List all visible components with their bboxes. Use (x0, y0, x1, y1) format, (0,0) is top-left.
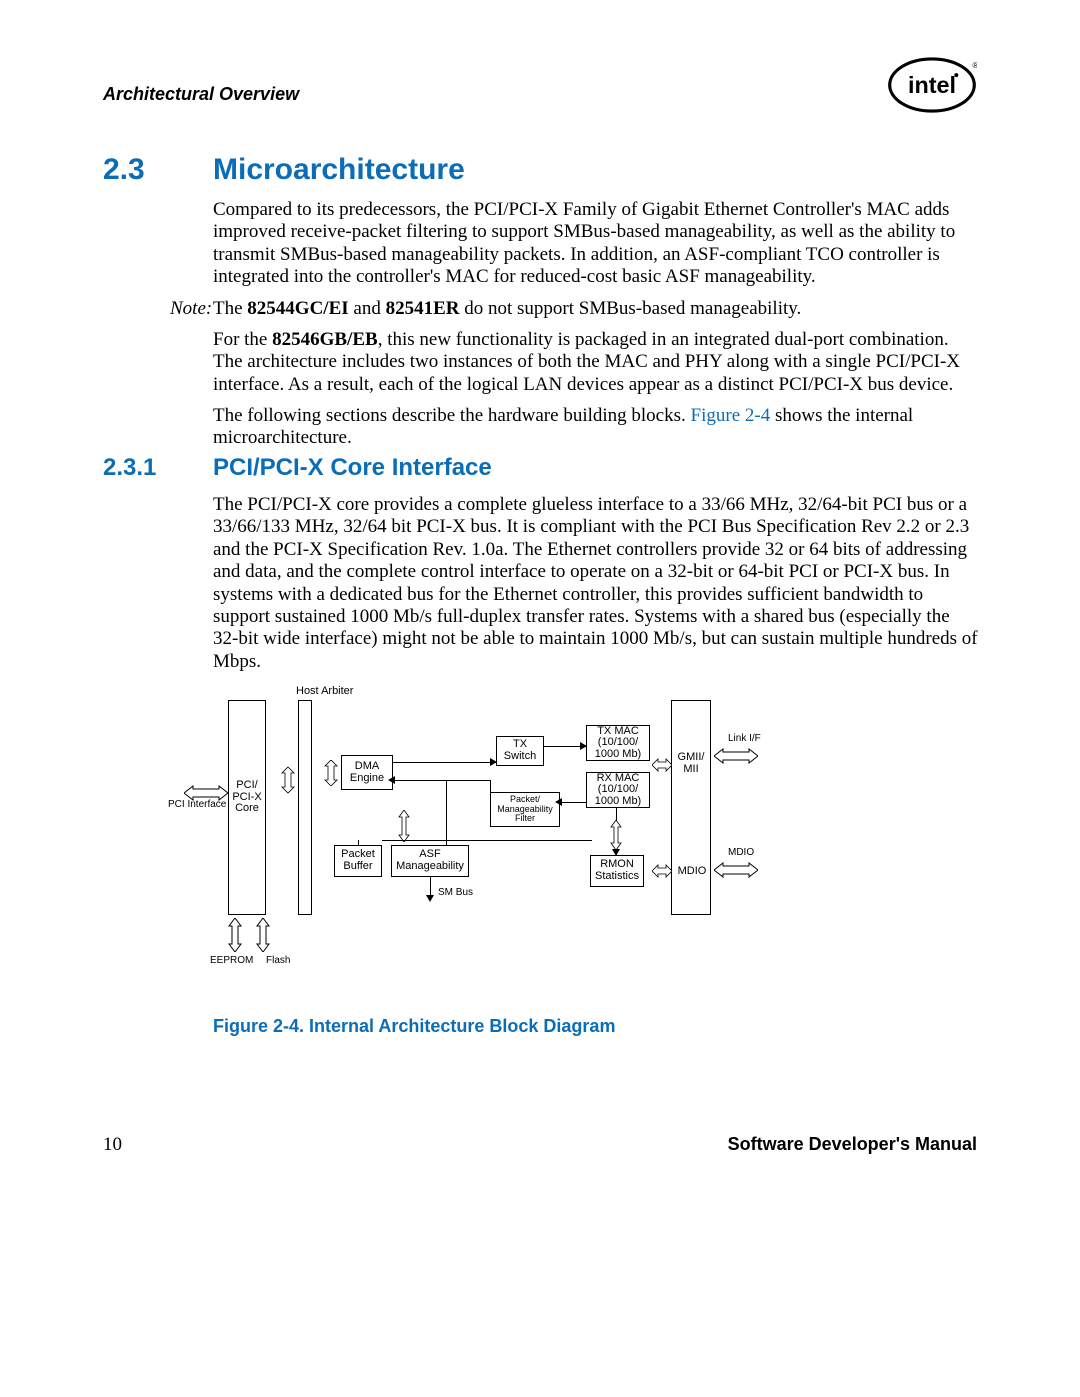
fat-arrow-mdio-in (652, 864, 672, 878)
para-1: Compared to its predecessors, the PCI/PC… (213, 199, 978, 289)
note-b2: 82541ER (386, 298, 460, 319)
para-3: The following sections describe the hard… (213, 405, 978, 450)
svg-text:®: ® (973, 61, 978, 70)
arrow-pci-to-arbiter (270, 766, 296, 794)
arrow-flash (254, 918, 272, 952)
diagram-host-arbiter-label: Host Arbiter (296, 686, 353, 698)
figure-caption: Figure 2-4. Internal Architecture Block … (213, 1016, 615, 1037)
section-num-2-3: 2.3 (103, 153, 145, 187)
note-post: do not support SMBus-based manageability… (460, 298, 802, 319)
p2-pre: For the (213, 329, 272, 350)
note-text: The 82544GC/EI and 82541ER do not suppor… (213, 298, 978, 320)
diagram-packet-buffer: PacketBuffer (334, 845, 382, 877)
diagram-host-arbiter-block (298, 700, 312, 915)
diagram-mdio2-label: MDIO (728, 848, 754, 859)
diagram-pci-core-label: PCI/PCI-XCore (230, 780, 264, 815)
fat-arrow-gmii (652, 758, 672, 772)
diagram-pci-if-label: PCI Interface (168, 800, 228, 811)
diagram-tx-mac: TX MAC(10/100/1000 Mb) (586, 725, 650, 761)
para-4: The PCI/PCI-X core provides a complete g… (213, 494, 978, 673)
diagram-tx-switch: TXSwitch (496, 736, 544, 766)
diagram-pkt-filter: Packet/ManageabilityFilter (490, 792, 560, 827)
diagram-phy-block (671, 700, 711, 915)
figure-link[interactable]: Figure 2-4 (691, 405, 771, 426)
diagram-mdio-label: MDIO (676, 866, 708, 878)
section-num-2-3-1: 2.3.1 (103, 454, 156, 482)
block-diagram: PCI/PCI-XCore PCI Interface Host Arbiter… (176, 680, 816, 980)
diagram-rmon: RMONStatistics (590, 855, 644, 887)
diagram-smbus-label: SM Bus (438, 888, 473, 899)
footer-manual-title: Software Developer's Manual (728, 1134, 977, 1155)
fat-arrow-link (714, 748, 758, 764)
diagram-flash-label: Flash (266, 956, 290, 967)
p2-bold: 82546GB/EB (272, 329, 378, 350)
note-pre: The (213, 298, 247, 319)
diagram-linkif-label: Link I/F (728, 734, 761, 745)
p3-pre: The following sections describe the hard… (213, 405, 691, 426)
note-b1: 82544GC/EI (247, 298, 348, 319)
note-label: Note: (170, 298, 212, 320)
diagram-dma-engine: DMAEngine (341, 755, 393, 790)
page-number: 10 (103, 1134, 122, 1156)
diagram-rx-mac: RX MAC(10/100/1000 Mb) (586, 772, 650, 808)
para-2: For the 82546GB/EB, this new functionali… (213, 329, 978, 396)
arrow-pb (396, 810, 412, 842)
diagram-eeprom-label: EEPROM (210, 956, 253, 967)
fat-arrow-mdio (714, 862, 758, 878)
arrow-eeprom (226, 918, 244, 952)
arrow-rmon (608, 820, 624, 850)
note-mid: and (349, 298, 386, 319)
section-title-2-3-1: PCI/PCI-X Core Interface (213, 454, 492, 482)
diagram-asf: ASFManageability (391, 845, 469, 877)
section-title-2-3: Microarchitecture (213, 153, 465, 187)
fat-arrow-pci (184, 785, 228, 801)
svg-text:intel: intel (908, 72, 956, 98)
intel-logo-icon: intel ® (887, 55, 977, 115)
page-header-title: Architectural Overview (103, 84, 299, 105)
arrow-arbiter-dma (314, 760, 340, 786)
diagram-gmii-label: GMII/MII (674, 752, 708, 775)
